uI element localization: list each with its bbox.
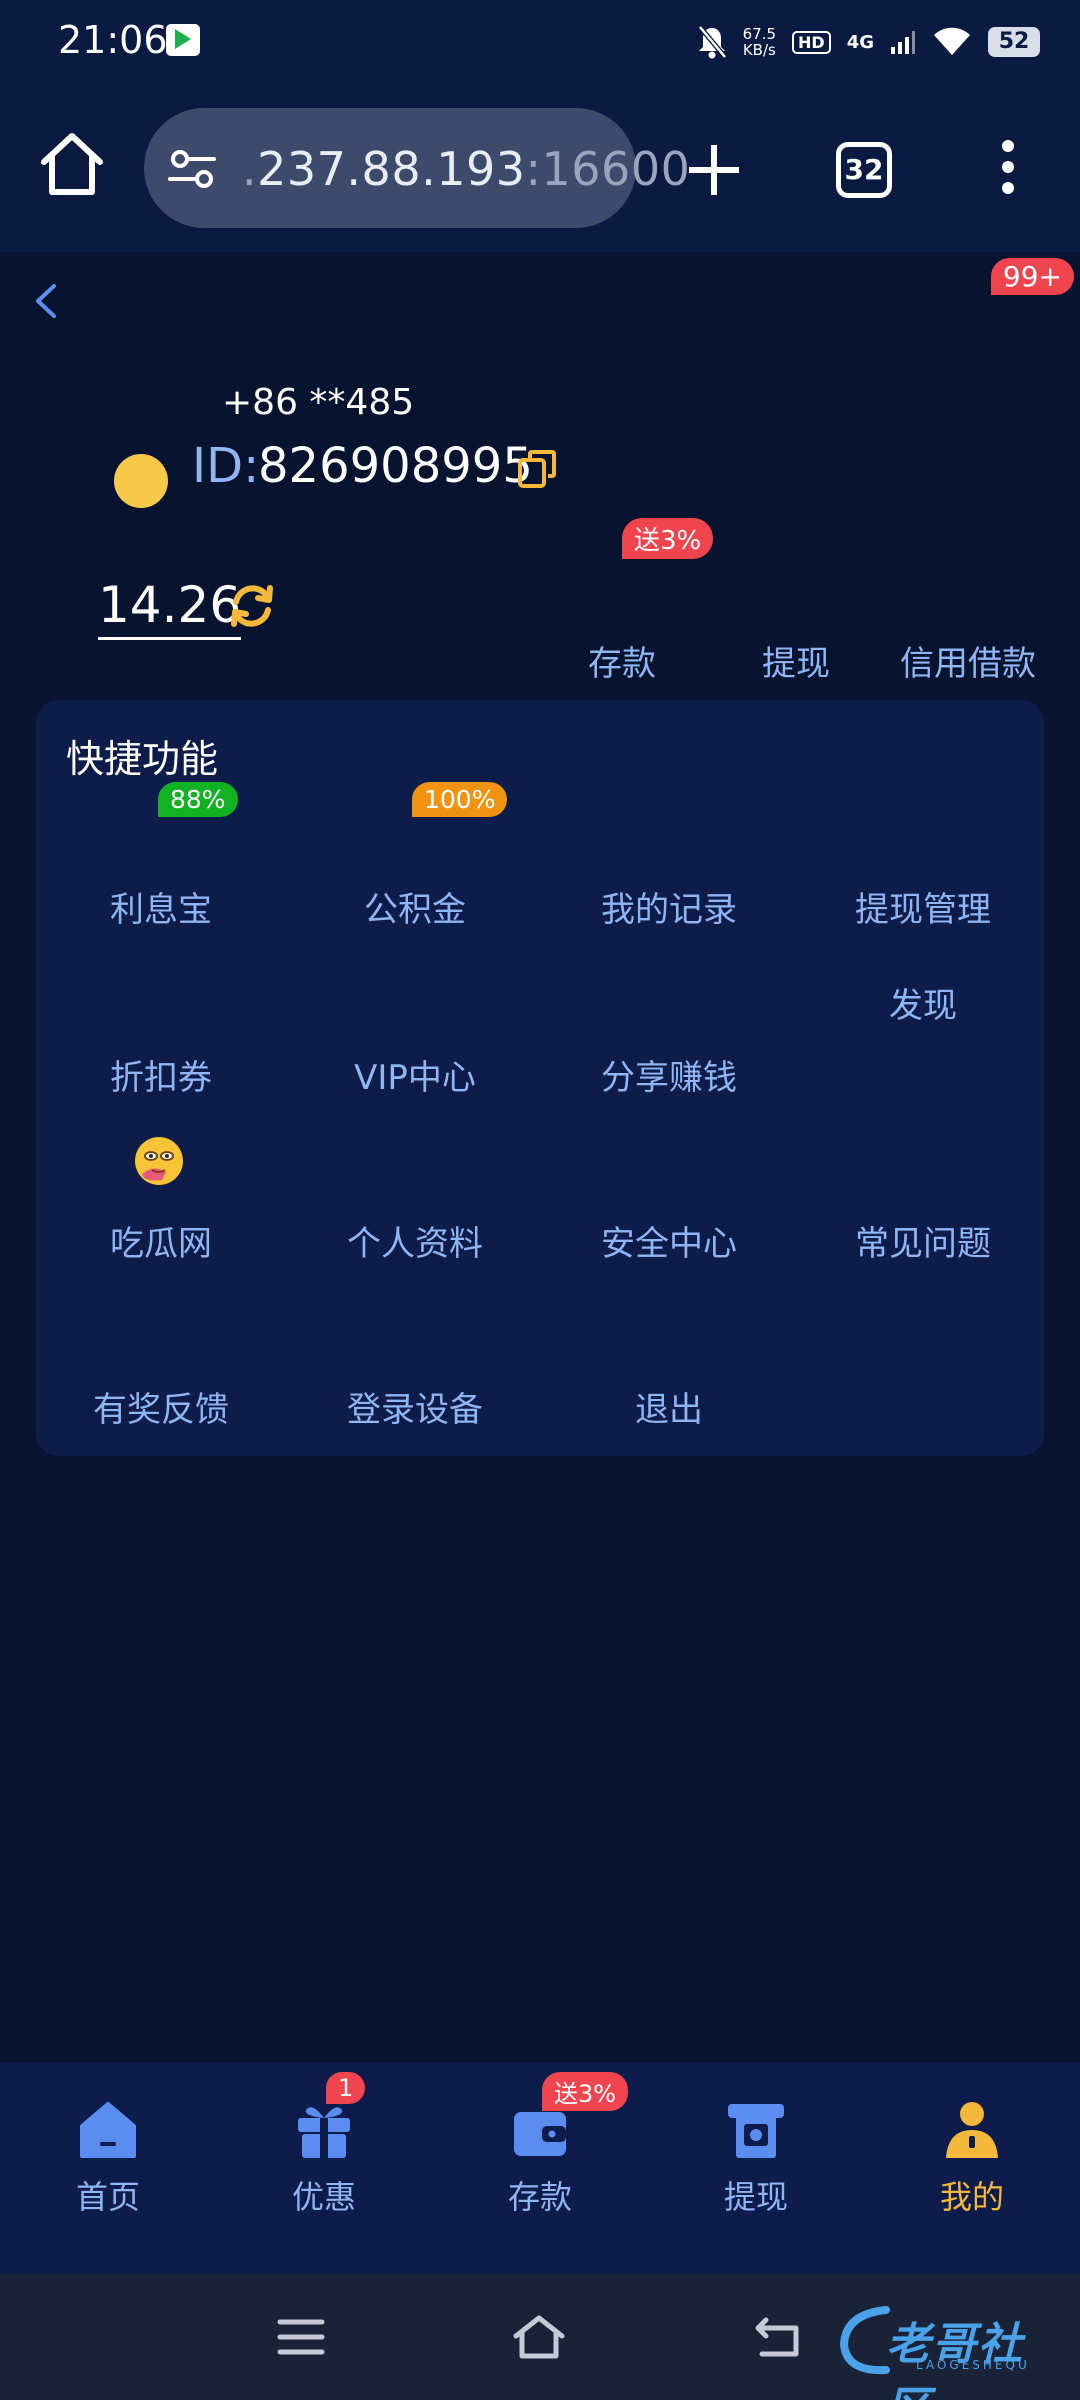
interest-treasure-item[interactable]: 利息宝	[36, 882, 286, 931]
status-time: 21:06	[58, 18, 168, 62]
system-nav-bar: 老哥社区 LAOGESHEQU	[0, 2274, 1080, 2400]
nav-withdraw-label: 提现	[723, 2178, 788, 2216]
url-host: 237.88.193	[257, 142, 526, 196]
nav-home-label: 首页	[75, 2178, 140, 2216]
system-home-icon[interactable]	[512, 2314, 566, 2360]
security-center-item[interactable]: 安全中心	[544, 1216, 794, 1265]
atm-icon	[728, 2104, 784, 2158]
back-arrow-icon[interactable]	[26, 278, 66, 324]
nav-withdraw[interactable]: 提现	[648, 2062, 864, 2274]
home-icon[interactable]	[36, 128, 108, 200]
deposit-nav-badge: 送3%	[542, 2072, 629, 2111]
site-settings-icon[interactable]	[168, 148, 216, 190]
withdraw-manage-item[interactable]: 提现管理	[798, 882, 1048, 931]
more-menu-icon[interactable]	[998, 140, 1018, 200]
quick-links: 存款 提现 信用借款	[560, 636, 1080, 696]
wifi-icon	[934, 27, 970, 55]
nav-mine[interactable]: 我的	[864, 2062, 1080, 2274]
faq-item[interactable]: 常见问题	[798, 1216, 1048, 1265]
status-icons: 67.5 KB/s HD 4G 52	[697, 20, 1040, 64]
avatar[interactable]	[114, 454, 168, 508]
account-page: 99+ +86 **485 ID: 826908995 14.26 送3% 存款…	[0, 252, 1080, 2062]
credit-loan-link[interactable]: 信用借款	[900, 636, 1036, 685]
nav-deposit[interactable]: 送3% 存款	[432, 2062, 648, 2274]
id-label: ID:	[192, 438, 260, 494]
balance-amount: 14.26	[98, 577, 242, 640]
nav-deposit-label: 存款	[507, 2178, 572, 2216]
nav-offers-label: 优惠	[291, 2178, 356, 2216]
url-text[interactable]: .237.88.193:16600	[242, 142, 690, 196]
phone-number: +86 **485	[222, 382, 415, 423]
card-title: 快捷功能	[66, 737, 219, 781]
network-speed-unit: KB/s	[742, 41, 776, 59]
interest-rate-badge: 88%	[158, 782, 238, 817]
user-icon	[946, 2102, 998, 2158]
profile-item[interactable]: 个人资料	[290, 1216, 540, 1265]
system-back-icon[interactable]	[752, 2314, 806, 2360]
feedback-item[interactable]: 有奖反馈	[36, 1382, 286, 1431]
deposit-link[interactable]: 存款	[588, 636, 656, 685]
deposit-promo-badge: 送3%	[622, 518, 714, 559]
watermark-text: 老哥社区	[886, 2319, 1024, 2400]
battery-indicator: 52	[988, 27, 1040, 57]
bottom-nav: 首页 1 优惠 送3% 存款 提现 我的	[0, 2062, 1080, 2274]
coupons-item[interactable]: 折扣券	[36, 1050, 286, 1099]
nav-mine-label: 我的	[939, 2178, 1004, 2216]
share-earn-item[interactable]: 分享赚钱	[544, 1050, 794, 1099]
offers-badge: 1	[326, 2072, 366, 2104]
gift-icon	[298, 2107, 350, 2158]
tab-switcher-button[interactable]: 32	[836, 142, 892, 198]
user-id: 826908995	[258, 438, 533, 494]
refresh-icon[interactable]	[226, 580, 278, 632]
notification-badge[interactable]: 99+	[990, 258, 1074, 295]
thinking-face-icon	[135, 1137, 183, 1185]
provident-fund-item[interactable]: 公积金	[290, 882, 540, 931]
network-type: 4G	[846, 31, 874, 53]
mute-bell-icon	[697, 25, 727, 59]
my-records-item[interactable]: 我的记录	[544, 882, 794, 931]
signal-icon	[891, 31, 915, 54]
shortcut-card: 快捷功能 88% 100% 利息宝 公积金 我的记录 提现管理 发现 折扣券 V…	[36, 700, 1044, 1456]
vip-center-item[interactable]: VIP中心	[290, 1050, 540, 1099]
home-nav-icon	[80, 2102, 136, 2158]
browser-toolbar: .237.88.193:16600 32	[0, 90, 1080, 252]
address-bar[interactable]: .237.88.193:16600	[144, 108, 690, 228]
hd-badge: HD	[792, 30, 831, 54]
withdraw-link[interactable]: 提现	[762, 636, 830, 685]
login-devices-item[interactable]: 登录设备	[290, 1382, 540, 1431]
nav-offers[interactable]: 1 优惠	[216, 2062, 432, 2274]
video-app-icon	[166, 24, 200, 56]
status-bar: 21:06 67.5 KB/s HD 4G 52	[0, 0, 1080, 90]
gossip-item[interactable]: 吃瓜网	[36, 1216, 286, 1265]
provident-rate-badge: 100%	[412, 782, 508, 817]
copy-icon[interactable]	[516, 448, 558, 490]
url-prefix: .	[242, 142, 258, 196]
watermark-subtext: LAOGESHEQU	[916, 2358, 1030, 2372]
discover-item[interactable]: 发现	[798, 978, 1048, 1027]
recent-apps-icon[interactable]	[274, 2314, 328, 2360]
network-speed: 67.5 KB/s	[743, 26, 776, 58]
new-tab-button[interactable]	[686, 142, 742, 198]
logout-item[interactable]: 退出	[544, 1382, 794, 1431]
nav-home[interactable]: 首页	[0, 2062, 216, 2274]
url-port: :16600	[525, 142, 691, 196]
network-speed-value: 67.5	[742, 25, 777, 43]
watermark-logo: 老哥社区 LAOGESHEQU	[836, 2300, 1066, 2400]
